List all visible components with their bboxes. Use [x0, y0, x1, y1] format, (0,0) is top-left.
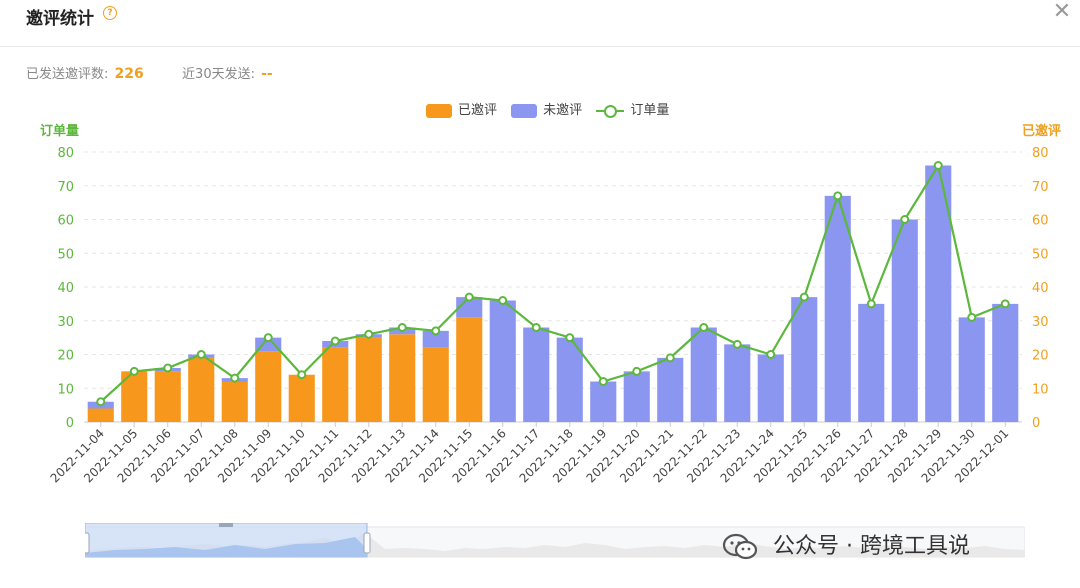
orders-point	[96, 397, 106, 407]
zoom-handle-left[interactable]	[85, 532, 90, 554]
orders-point	[598, 377, 608, 386]
y-tick-right: 40	[1032, 281, 1049, 296]
legend-label-unreviewed: 未邀评	[543, 103, 583, 118]
bar-unreviewed	[757, 354, 784, 422]
y-tick-right: 80	[1032, 146, 1049, 161]
bar-unreviewed	[958, 317, 985, 422]
orders-point	[464, 292, 474, 302]
bar-unreviewed	[657, 357, 684, 422]
dialog-header: 邀评统计 ? ✕	[0, 0, 1080, 47]
orders-point	[799, 292, 809, 302]
orders-point	[297, 370, 307, 380]
y-tick-left: 10	[57, 382, 74, 397]
y-tick-right: 60	[1032, 214, 1049, 229]
bar-reviewed	[188, 357, 215, 422]
orders-point	[967, 312, 977, 322]
legend-label-orders: 订单量	[630, 103, 670, 118]
bar-unreviewed	[590, 381, 617, 422]
bar-reviewed	[422, 347, 449, 422]
dialog-title: 邀评统计	[26, 9, 94, 29]
y-tick-right: 0	[1032, 416, 1040, 431]
orders-point	[665, 353, 675, 363]
legend-item-orders[interactable]: 订单量	[596, 99, 669, 118]
chart-legend: 已邀评 未邀评 订单量	[426, 99, 679, 118]
bar-unreviewed	[891, 219, 918, 422]
watermark: 公众号 · 跨境工具说	[722, 528, 970, 561]
orders-point	[364, 329, 374, 339]
bar-unreviewed	[690, 327, 717, 422]
y-tick-right: 20	[1032, 349, 1049, 364]
orders-point	[230, 373, 240, 383]
y-tick-left: 60	[57, 214, 74, 229]
orders-point	[330, 336, 340, 346]
stats-bar: 已发送邀评数: 226 近30天发送: --	[26, 63, 273, 82]
orders-point	[163, 363, 173, 373]
bar-reviewed	[355, 337, 382, 422]
bar-reviewed	[288, 374, 315, 422]
recent-sent-label: 近30天发送:	[182, 67, 255, 82]
bar-unreviewed	[489, 300, 516, 422]
legend-item-reviewed[interactable]: 已邀评	[426, 99, 497, 118]
y-tick-left: 40	[57, 281, 74, 296]
bar-unreviewed	[858, 303, 885, 422]
y-tick-right: 50	[1032, 247, 1049, 262]
orders-point	[866, 299, 876, 309]
sent-count-label: 已发送邀评数:	[26, 67, 109, 82]
zoom-drag-grip[interactable]	[219, 523, 233, 527]
orders-point	[263, 333, 273, 343]
y-tick-right: 70	[1032, 180, 1049, 195]
y-tick-right: 30	[1032, 315, 1049, 330]
orders-point	[531, 323, 541, 332]
y-tick-left: 0	[66, 416, 74, 431]
bar-reviewed	[87, 408, 114, 422]
bar-unreviewed	[724, 344, 751, 422]
orders-point	[129, 366, 139, 376]
bar-reviewed	[322, 347, 349, 422]
zoom-handle-right[interactable]	[363, 532, 371, 554]
orders-point	[498, 296, 508, 305]
sent-count-value: 226	[114, 66, 144, 82]
bar-unreviewed	[791, 297, 818, 422]
y-tick-left: 80	[57, 146, 74, 161]
close-icon[interactable]: ✕	[1052, 1, 1072, 23]
review-chart: 0 010 1020 2030 3040 4050 5060 6070 7080 802022-1…	[48, 146, 1049, 485]
orders-point	[565, 333, 575, 343]
bar-unreviewed	[824, 195, 851, 422]
question-icon[interactable]: ?	[103, 6, 117, 20]
y-tick-right: 10	[1032, 382, 1049, 397]
orders-point	[431, 326, 441, 336]
orders-point	[1000, 299, 1010, 309]
orders-point	[900, 215, 910, 224]
bar-unreviewed	[523, 327, 550, 422]
y-tick-left: 70	[57, 180, 74, 195]
y-tick-left: 50	[57, 247, 74, 262]
y-tick-left: 30	[57, 315, 74, 330]
orders-point	[632, 366, 642, 376]
orders-point	[766, 350, 776, 359]
orders-point	[397, 323, 407, 332]
legend-item-unreviewed[interactable]: 未邀评	[511, 99, 582, 118]
orders-point	[732, 339, 742, 349]
bar-reviewed	[221, 381, 248, 422]
watermark-text: 公众号 · 跨境工具说	[773, 534, 970, 559]
orders-point	[196, 350, 206, 359]
orders-point	[833, 191, 843, 201]
bar-reviewed	[456, 317, 483, 422]
legend-label-reviewed: 已邀评	[458, 103, 498, 118]
bar-reviewed	[389, 334, 416, 422]
orders-point	[699, 323, 709, 332]
orders-point	[933, 161, 943, 170]
bar-unreviewed	[992, 303, 1019, 422]
bar-reviewed	[255, 351, 282, 422]
bar-unreviewed	[623, 371, 650, 422]
y-tick-left: 20	[57, 349, 74, 364]
bar-reviewed	[154, 371, 181, 422]
wechat-icon	[722, 533, 758, 560]
recent-sent-value: --	[261, 66, 273, 82]
